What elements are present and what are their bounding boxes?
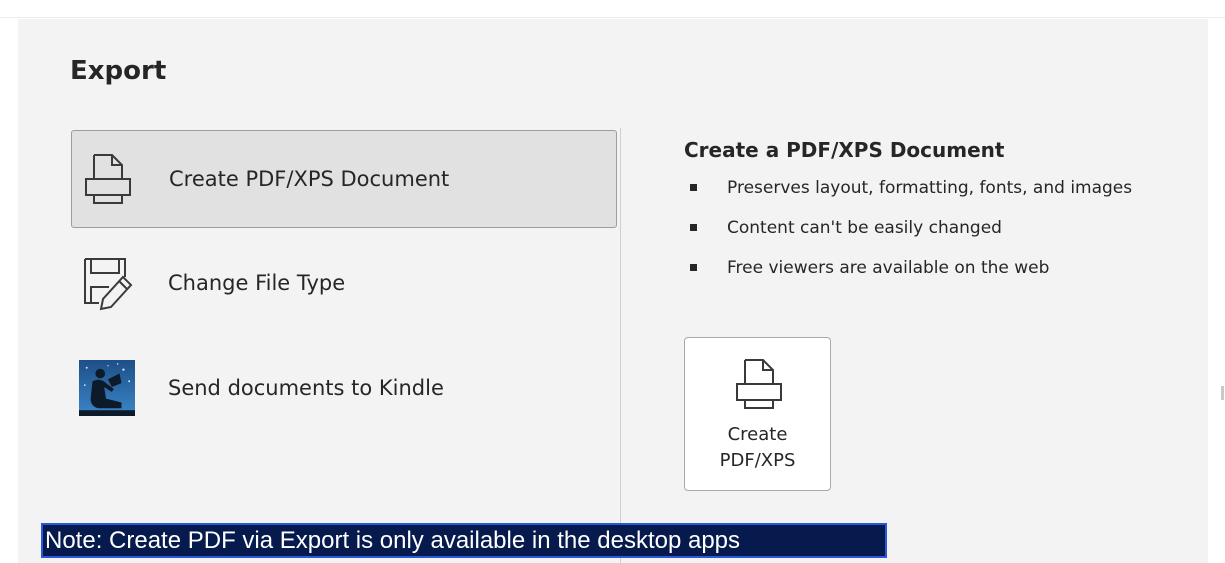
pdf-document-icon — [80, 149, 136, 209]
detail-title: Create a PDF/XPS Document — [684, 138, 1005, 162]
scrollbar-thumb[interactable] — [1221, 386, 1224, 400]
export-option-create-pdf-xps[interactable]: Create PDF/XPS Document — [71, 130, 617, 228]
change-file-type-icon — [79, 253, 135, 313]
export-option-label: Send documents to Kindle — [168, 376, 444, 400]
create-pdf-xps-button[interactable]: Create PDF/XPS — [684, 337, 831, 491]
export-option-label: Change File Type — [168, 271, 346, 295]
column-divider — [620, 128, 621, 563]
top-bar — [0, 0, 1225, 18]
export-option-label: Create PDF/XPS Document — [169, 167, 450, 191]
export-option-change-file-type[interactable]: Change File Type — [71, 234, 617, 332]
page-title: Export — [70, 56, 167, 86]
bullet-icon — [690, 184, 697, 191]
bullet-icon — [690, 224, 697, 231]
pdf-document-icon — [733, 356, 785, 414]
kindle-icon — [79, 358, 135, 418]
create-pdf-xps-button-label: Create PDF/XPS — [719, 424, 796, 471]
export-option-send-to-kindle[interactable]: Send documents to Kindle — [71, 339, 617, 437]
bullet-icon — [690, 264, 697, 271]
right-gutter — [1208, 19, 1225, 563]
note-banner: Note: Create PDF via Export is only avai… — [41, 523, 887, 558]
